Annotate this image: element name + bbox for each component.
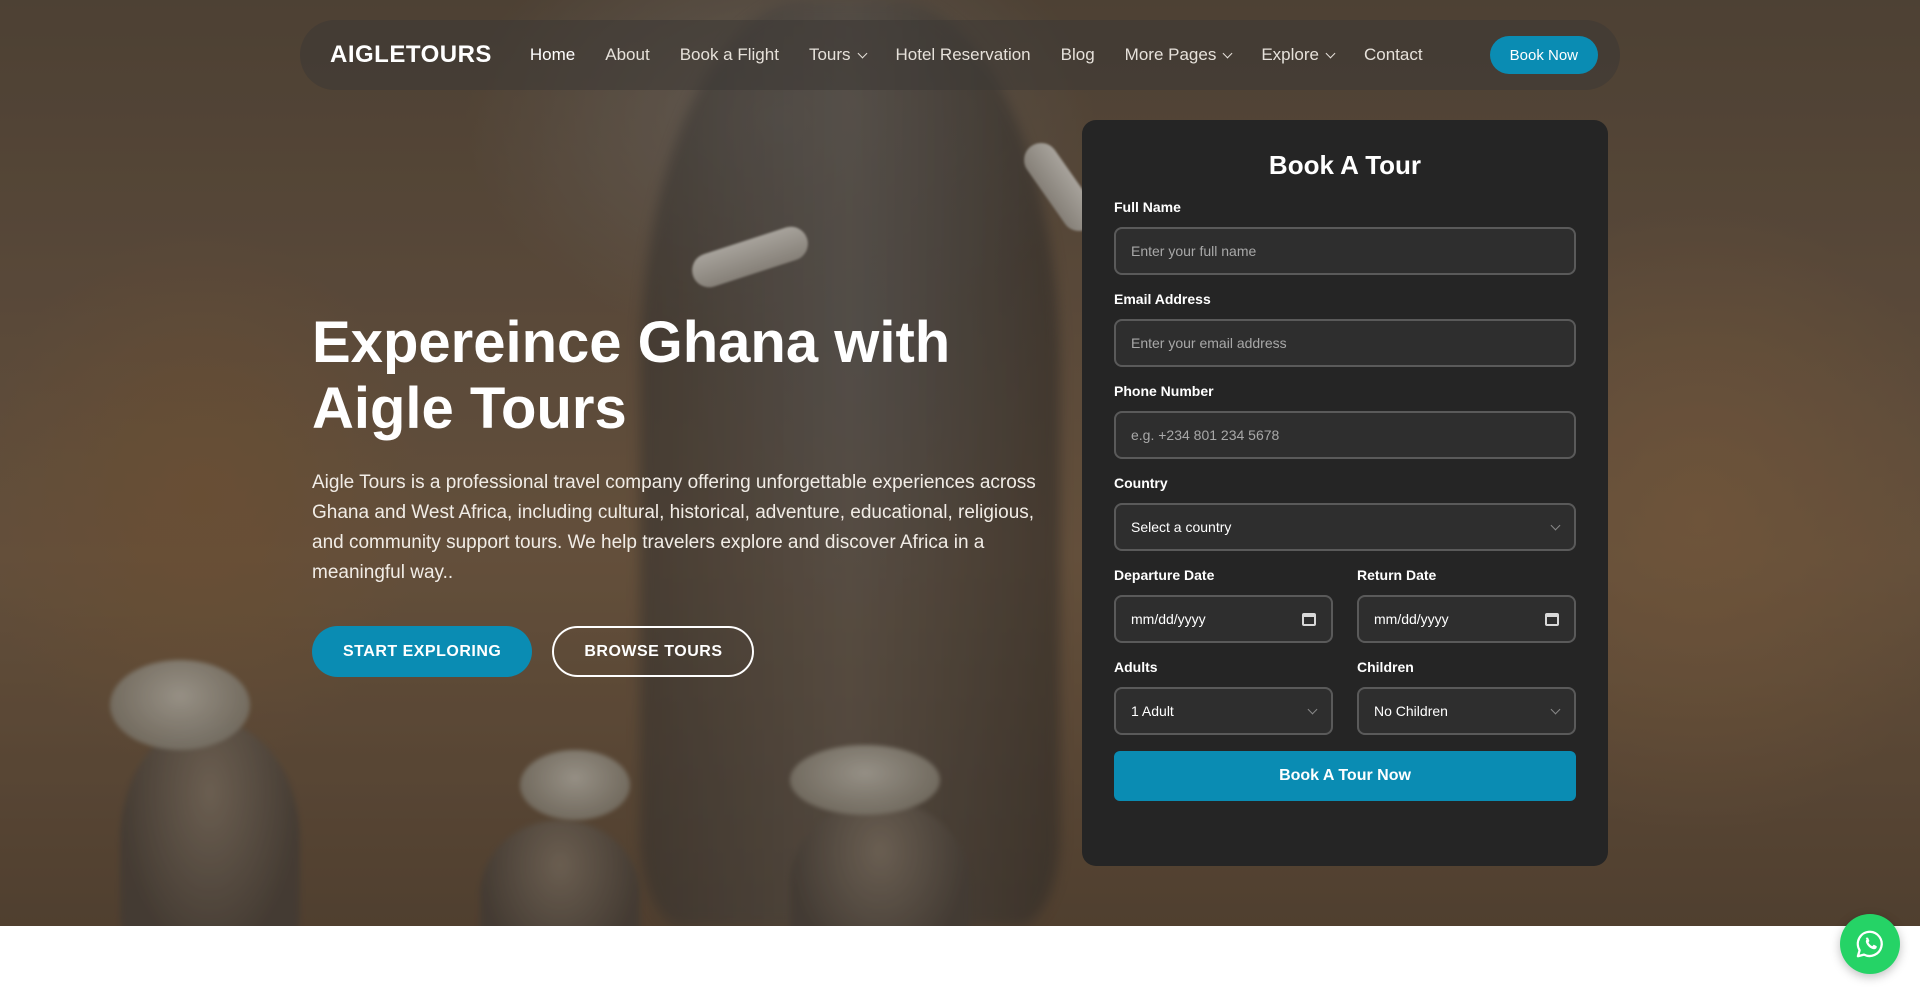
email-field: Email Address — [1114, 291, 1576, 367]
email-label: Email Address — [1114, 291, 1211, 307]
chevron-down-icon — [1325, 48, 1336, 58]
brand-logo[interactable]: AIGLETOURS — [330, 41, 492, 69]
children-field: Children No Children — [1357, 659, 1576, 735]
phone-field: Phone Number — [1114, 383, 1576, 459]
departure-date-field: Departure Date mm/dd/yyyy — [1114, 567, 1333, 643]
country-label: Country — [1114, 475, 1168, 491]
calendar-icon[interactable] — [1302, 612, 1316, 626]
nav-link-book-a-flight[interactable]: Book a Flight — [680, 45, 779, 65]
form-title: Book A Tour — [1268, 150, 1422, 180]
email-input[interactable] — [1114, 319, 1576, 367]
return-date-input[interactable]: mm/dd/yyyy — [1357, 595, 1576, 643]
full-name-field: Full Name — [1114, 199, 1576, 275]
country-select[interactable]: Select a country — [1114, 503, 1576, 551]
hero-description: Aigle Tours is a professional travel com… — [312, 472, 1036, 583]
full-name-input[interactable] — [1114, 227, 1576, 275]
nav-link-hotel-reservation[interactable]: Hotel Reservation — [896, 45, 1031, 65]
travelers-row: Adults 1 Adult Children No Children — [1114, 659, 1576, 751]
departure-date-label: Departure Date — [1114, 567, 1215, 583]
dates-row: Departure Date mm/dd/yyyy Return Date mm… — [1114, 567, 1576, 659]
top-navbar: AIGLETOURS Home About Book a Flight Tour… — [300, 20, 1620, 90]
children-select-value: No Children — [1374, 703, 1448, 719]
adults-select[interactable]: 1 Adult — [1114, 687, 1333, 735]
nav-link-blog[interactable]: Blog — [1061, 45, 1095, 65]
departure-date-value: mm/dd/yyyy — [1131, 611, 1206, 627]
country-select-value: Select a country — [1131, 519, 1232, 535]
hero-title-line-1: Expereince Ghana with — [312, 310, 951, 375]
country-field: Country Select a country — [1114, 475, 1576, 551]
nav-link-tours[interactable]: Tours — [809, 45, 867, 65]
chevron-down-icon — [1307, 704, 1318, 714]
nav-link-home[interactable]: Home — [530, 45, 575, 65]
whatsapp-chat-button[interactable] — [1840, 914, 1900, 974]
chevron-down-icon — [857, 48, 867, 58]
nav-link-about[interactable]: About — [605, 45, 649, 65]
nav-link-contact[interactable]: Contact — [1364, 45, 1423, 65]
hero-title-line-2: Aigle Tours — [312, 376, 627, 441]
children-label: Children — [1357, 659, 1414, 675]
hero-text-block: Expereince Ghana with Aigle Tours Aigle … — [312, 310, 1072, 677]
adults-field: Adults 1 Adult — [1114, 659, 1333, 735]
full-name-label: Full Name — [1114, 199, 1181, 215]
browse-tours-button[interactable]: BROWSE TOURS — [552, 626, 755, 677]
nav-link-explore[interactable]: Explore — [1261, 45, 1336, 65]
adults-label: Adults — [1114, 659, 1158, 675]
departure-date-input[interactable]: mm/dd/yyyy — [1114, 595, 1333, 643]
phone-input[interactable] — [1114, 411, 1576, 459]
chevron-down-icon — [1550, 520, 1561, 530]
book-now-button[interactable]: Book Now — [1489, 36, 1598, 74]
return-date-label: Return Date — [1357, 567, 1437, 583]
return-date-field: Return Date mm/dd/yyyy — [1357, 567, 1576, 643]
whatsapp-icon — [1856, 930, 1883, 958]
phone-label: Phone Number — [1114, 383, 1214, 399]
hero-title: Expereince Ghana with Aigle Tours — [312, 310, 1072, 442]
nav-links: Home About Book a Flight Tours Hotel Res… — [530, 45, 1490, 65]
book-tour-form: Book A Tour Full Name Email Address Phon… — [1082, 120, 1608, 866]
return-date-value: mm/dd/yyyy — [1374, 611, 1449, 627]
book-tour-submit-button[interactable]: Book A Tour Now — [1114, 751, 1576, 801]
chevron-down-icon — [1550, 704, 1561, 714]
chevron-down-icon — [1222, 48, 1233, 58]
hero-buttons: START EXPLORING BROWSE TOURS — [312, 626, 1072, 677]
adults-select-value: 1 Adult — [1131, 703, 1174, 719]
hero-section: AIGLETOURS Home About Book a Flight Tour… — [0, 0, 1920, 926]
children-select[interactable]: No Children — [1357, 687, 1576, 735]
start-exploring-button[interactable]: START EXPLORING — [312, 626, 533, 677]
nav-link-more-pages[interactable]: More Pages — [1125, 45, 1233, 65]
calendar-icon[interactable] — [1545, 612, 1559, 626]
